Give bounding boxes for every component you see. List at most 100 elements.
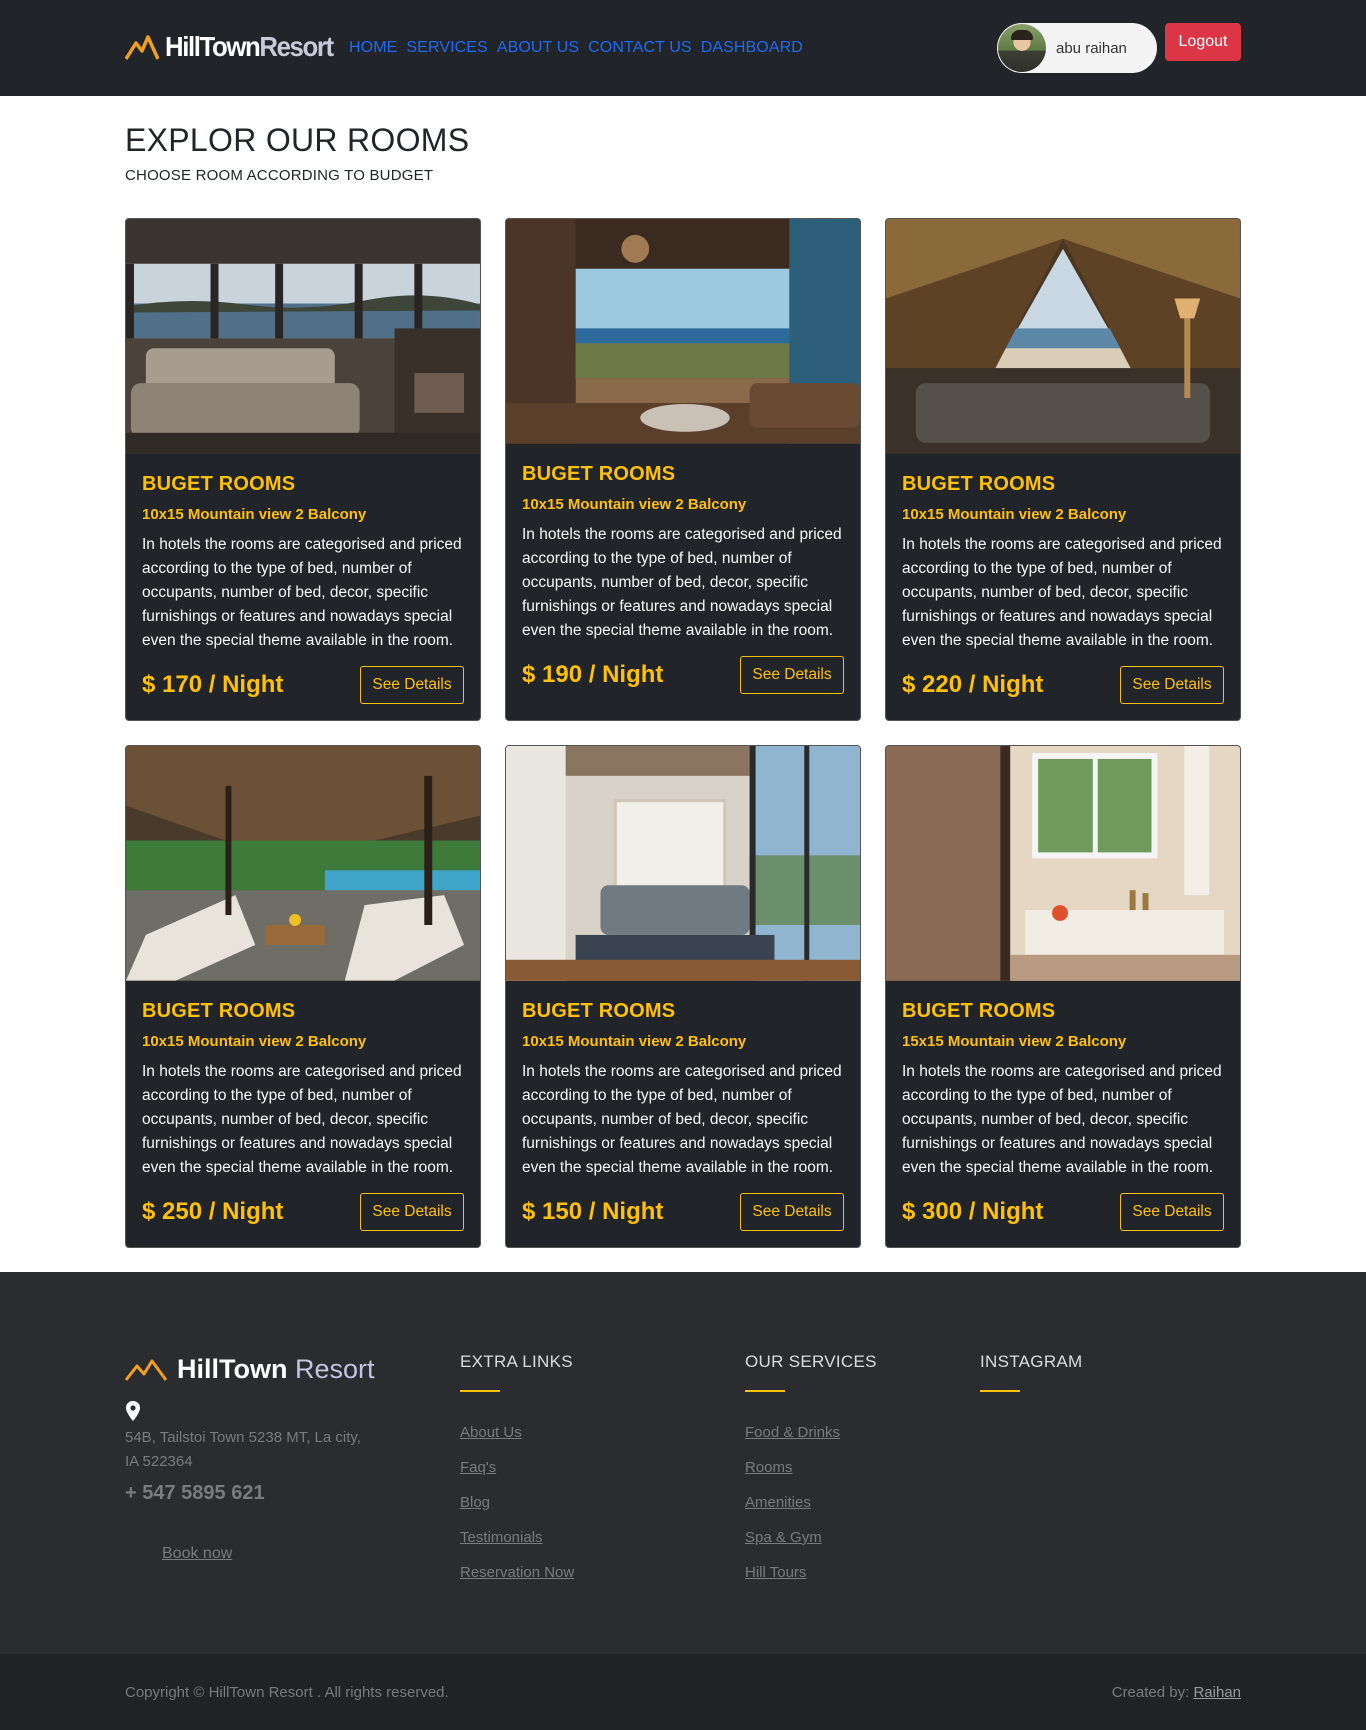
- footer-our-services: OUR SERVICES Food & Drinks Rooms Ameniti…: [745, 1352, 877, 1599]
- room-card: BUGET ROOMS 10x15 Mountain view 2 Balcon…: [505, 745, 861, 1248]
- room-card-body: BUGET ROOMS 15x15 Mountain view 2 Balcon…: [886, 982, 1240, 1180]
- footer-link-reservation-now[interactable]: Reservation Now: [460, 1564, 574, 1581]
- room-description: In hotels the rooms are categorised and …: [142, 536, 462, 649]
- author-link[interactable]: Raihan: [1193, 1684, 1241, 1701]
- see-details-button[interactable]: See Details: [740, 656, 844, 694]
- room-description: In hotels the rooms are categorised and …: [902, 1063, 1222, 1176]
- list-item: Spa & Gym: [745, 1529, 877, 1547]
- room-price: $ 190 / Night: [522, 661, 664, 688]
- heading-underline: [460, 1390, 500, 1392]
- footer-link-about-us[interactable]: About Us: [460, 1424, 522, 1441]
- room-image: [886, 746, 1240, 982]
- room-image: [126, 746, 480, 982]
- see-details-button[interactable]: See Details: [740, 1193, 844, 1231]
- footer-services-list: Food & Drinks Rooms Amenities Spa & Gym …: [745, 1424, 877, 1582]
- room-card: BUGET ROOMS 10x15 Mountain view 2 Balcon…: [125, 218, 481, 721]
- room-card: BUGET ROOMS 10x15 Mountain view 2 Balcon…: [125, 745, 481, 1248]
- nav-link-home[interactable]: HOME: [349, 39, 397, 57]
- room-card-body: BUGET ROOMS 10x15 Mountain view 2 Balcon…: [126, 982, 480, 1180]
- heading-underline: [745, 1390, 785, 1392]
- list-item: About Us: [460, 1424, 574, 1442]
- mountain-logo-icon: [125, 35, 159, 60]
- page-subtitle: CHOOSE ROOM ACCORDING TO BUDGET: [125, 167, 434, 184]
- heading-underline: [980, 1390, 1020, 1392]
- footer-address: 54B, Tailstoi Town 5238 MT, La city, IA …: [125, 1429, 361, 1470]
- list-item: Reservation Now: [460, 1564, 574, 1582]
- created-by: Created by: Raihan: [1112, 1684, 1241, 1701]
- room-card-footer: $ 150 / Night See Details: [522, 1193, 844, 1231]
- page-heading: EXPLOR OUR ROOMS CHOOSE ROOM ACCORDING T…: [125, 122, 469, 184]
- room-price: $ 220 / Night: [902, 671, 1044, 698]
- room-card-footer: $ 300 / Night See Details: [902, 1193, 1224, 1231]
- room-size: 10x15 Mountain view 2 Balcony: [522, 496, 747, 513]
- room-card-body: BUGET ROOMS 10x15 Mountain view 2 Balcon…: [506, 982, 860, 1180]
- room-size: 10x15 Mountain view 2 Balcony: [902, 506, 1127, 523]
- room-card-footer: $ 220 / Night See Details: [902, 666, 1224, 704]
- brand-logo[interactable]: HillTownResort: [125, 31, 347, 63]
- footer-our-services-heading: OUR SERVICES: [745, 1352, 877, 1371]
- footer-instagram-heading: INSTAGRAM: [980, 1352, 1083, 1371]
- room-size: 15x15 Mountain view 2 Balcony: [902, 1033, 1127, 1050]
- room-card: BUGET ROOMS 10x15 Mountain view 2 Balcon…: [505, 218, 861, 721]
- list-item: Rooms: [745, 1459, 877, 1477]
- see-details-button[interactable]: See Details: [1120, 666, 1224, 704]
- navbar: HillTownResort HOME SERVICES ABOUT US CO…: [0, 0, 1366, 96]
- room-card: BUGET ROOMS 15x15 Mountain view 2 Balcon…: [885, 745, 1241, 1248]
- room-title: BUGET ROOMS: [902, 1000, 1056, 1022]
- room-price: $ 150 / Night: [522, 1198, 664, 1225]
- list-item: Food & Drinks: [745, 1424, 877, 1442]
- see-details-button[interactable]: See Details: [1120, 1193, 1224, 1231]
- nav-link-about-us[interactable]: ABOUT US: [497, 39, 579, 57]
- room-photo-lakeside-living: [506, 746, 860, 981]
- footer-link-testimonials[interactable]: Testimonials: [460, 1529, 543, 1546]
- created-by-label: Created by:: [1111, 1684, 1190, 1701]
- avatar: [998, 24, 1046, 72]
- room-photo-ocean-view: [506, 219, 860, 444]
- nav-link-services[interactable]: SERVICES: [406, 39, 487, 57]
- list-item: Testimonials: [460, 1529, 574, 1547]
- footer-link-spa-gym[interactable]: Spa & Gym: [745, 1529, 822, 1546]
- brand-name-part1: HillTown: [165, 31, 261, 62]
- footer-link-rooms[interactable]: Rooms: [745, 1459, 793, 1476]
- footer-extra-links-list: About Us Faq's Blog Testimonials Reserva…: [460, 1424, 574, 1582]
- user-profile-pill[interactable]: abu raihan: [997, 23, 1157, 73]
- user-name: abu raihan: [1056, 39, 1127, 57]
- location-pin-icon: [126, 1401, 140, 1421]
- room-photo-boat-lounge: [126, 219, 480, 454]
- room-price: $ 300 / Night: [902, 1198, 1044, 1225]
- footer-link-food-drinks[interactable]: Food & Drinks: [745, 1424, 840, 1441]
- footer-link-hill-tours[interactable]: Hill Tours: [745, 1564, 806, 1581]
- room-description: In hotels the rooms are categorised and …: [142, 1063, 462, 1176]
- room-price: $ 170 / Night: [142, 671, 284, 698]
- room-image: [126, 219, 480, 455]
- footer-brand-name-part1: HillTown: [177, 1354, 288, 1384]
- nav-menu: HOME SERVICES ABOUT US CONTACT US DASHBO…: [349, 39, 803, 57]
- book-now-link[interactable]: Book now: [162, 1545, 232, 1563]
- room-image: [506, 219, 860, 445]
- logout-button[interactable]: Logout: [1165, 23, 1241, 61]
- room-photo-poolside-cabana: [126, 746, 480, 981]
- see-details-button[interactable]: See Details: [360, 666, 464, 704]
- room-description: In hotels the rooms are categorised and …: [522, 1063, 842, 1176]
- copyright-bar: Copyright © HillTown Resort . All rights…: [0, 1654, 1366, 1730]
- see-details-button[interactable]: See Details: [360, 1193, 464, 1231]
- footer-brand-logo[interactable]: HillTown Resort: [125, 1354, 375, 1385]
- footer-link-faqs[interactable]: Faq's: [460, 1459, 496, 1476]
- footer-brand-name-part2: Resort: [295, 1354, 375, 1384]
- room-card-body: BUGET ROOMS 10x15 Mountain view 2 Balcon…: [126, 455, 480, 653]
- footer-extra-links-heading: EXTRA LINKS: [460, 1352, 573, 1371]
- footer-link-amenities[interactable]: Amenities: [745, 1494, 811, 1511]
- brand-name-part2: Resort: [259, 31, 334, 62]
- room-photo-glamping-tent: [886, 219, 1240, 454]
- footer-link-blog[interactable]: Blog: [460, 1494, 490, 1511]
- room-card: BUGET ROOMS 10x15 Mountain view 2 Balcon…: [885, 218, 1241, 721]
- room-title: BUGET ROOMS: [522, 463, 676, 485]
- list-item: Amenities: [745, 1494, 877, 1512]
- list-item: Faq's: [460, 1459, 574, 1477]
- room-title: BUGET ROOMS: [902, 473, 1056, 495]
- room-photo-bathroom: [886, 746, 1240, 981]
- mountain-logo-icon: [125, 1359, 167, 1381]
- nav-link-contact-us[interactable]: CONTACT US: [588, 39, 692, 57]
- footer-brand-name: HillTown Resort: [177, 1354, 375, 1385]
- nav-link-dashboard[interactable]: DASHBOARD: [701, 39, 803, 57]
